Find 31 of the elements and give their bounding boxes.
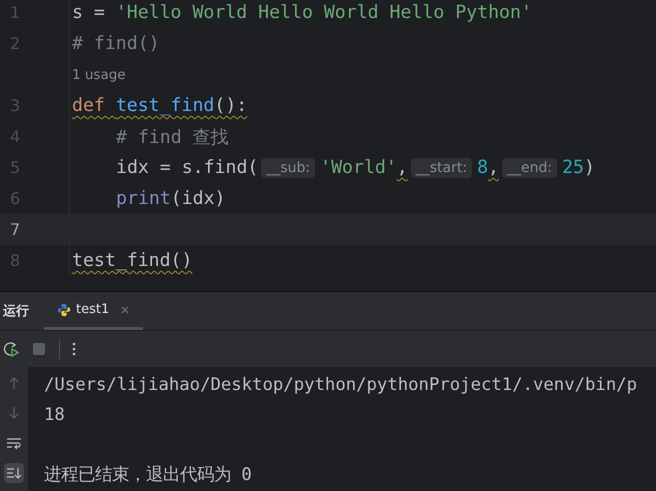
- code-text: s =: [72, 2, 106, 23]
- number-literal: 8: [477, 157, 488, 178]
- panel-title: 运行: [3, 303, 30, 320]
- builtin-name: print: [116, 188, 171, 209]
- line-number: 7: [10, 220, 20, 239]
- keyword: def: [72, 95, 106, 116]
- parameter-hint: __end:: [502, 158, 558, 178]
- code-text: test_find(): [72, 250, 192, 271]
- code-text: ,: [396, 157, 408, 178]
- code-text: (idx): [170, 188, 226, 209]
- rerun-icon[interactable]: [3, 341, 19, 357]
- console-output-line: 进程已结束，退出代码为 0: [44, 464, 253, 487]
- more-icon[interactable]: [72, 341, 76, 357]
- code-text: ():: [214, 95, 248, 116]
- snake-logo-icon: [57, 302, 71, 316]
- parameter-hint: __sub:: [261, 158, 316, 178]
- scroll-to-end-icon[interactable]: [4, 463, 24, 483]
- parameter-hint: __start:: [410, 158, 472, 178]
- string-literal: 'Hello World Hello World Hello Python': [116, 2, 532, 23]
- code-text: ): [584, 157, 595, 178]
- console-output-line: 18: [44, 404, 66, 427]
- number-literal: 25: [562, 157, 584, 178]
- string-literal: 'World': [320, 157, 397, 178]
- code-comment: # find(): [72, 33, 160, 54]
- usage-hint[interactable]: 1 usage: [72, 66, 126, 82]
- console-output-line: /Users/lijiahao/Desktop/python/pythonProject1/.venv/bin/p: [44, 374, 638, 397]
- code-comment: # find 查找: [116, 126, 229, 149]
- function-name: test_find: [116, 95, 214, 116]
- close-icon[interactable]: [120, 304, 130, 314]
- code-text: ,: [488, 157, 499, 178]
- code-text: idx = s.find(: [116, 157, 258, 178]
